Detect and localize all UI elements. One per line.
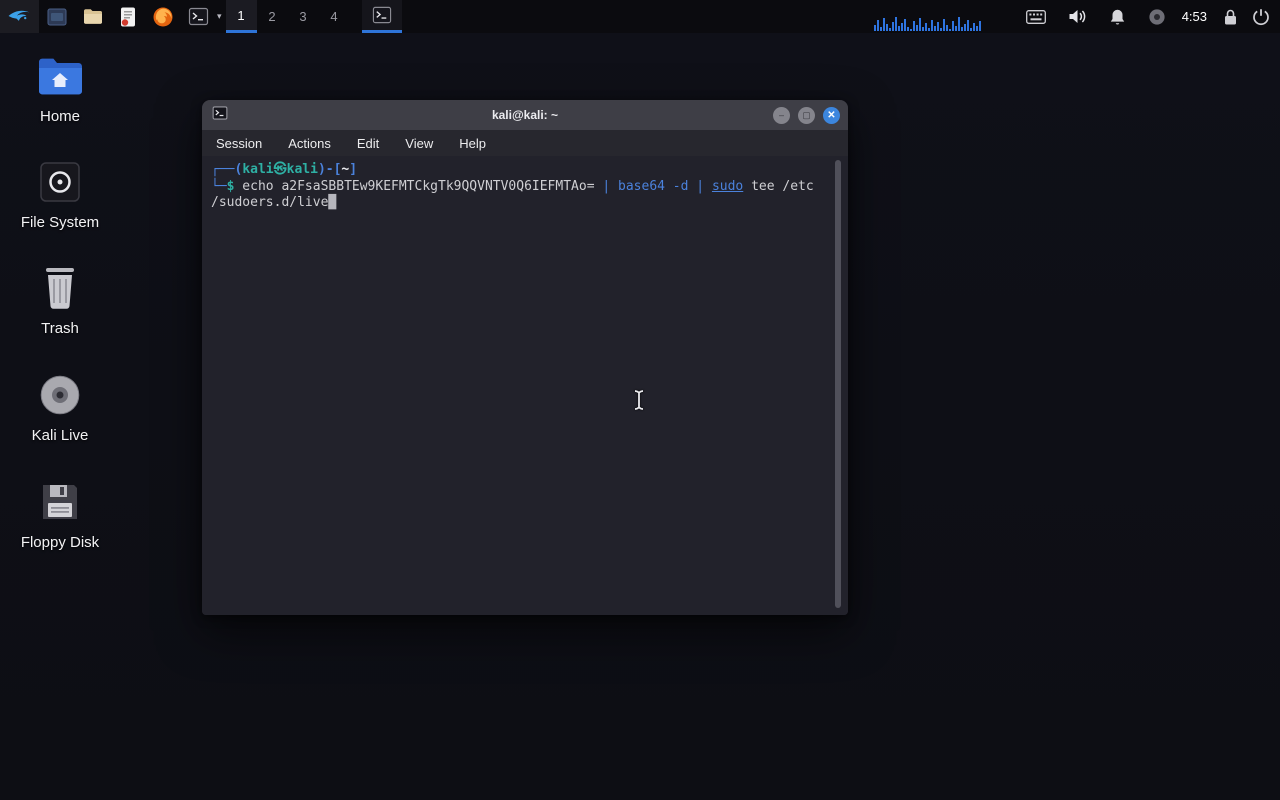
launcher-text-editor[interactable] bbox=[111, 0, 145, 33]
terminal-line: └─$ echo a2FsaSBBTEw9KEFMTCkgTk9QQVNTV0Q… bbox=[211, 179, 839, 196]
terminal-icon bbox=[188, 6, 209, 27]
menu-session[interactable]: Session bbox=[216, 136, 262, 151]
terminal-window: kali@kali: ~ – ▢ ✕ Session Actions Edit … bbox=[202, 100, 848, 615]
workspace-2-label: 2 bbox=[268, 9, 275, 24]
lock-icon bbox=[1223, 8, 1238, 26]
menu-help[interactable]: Help bbox=[459, 136, 486, 151]
workspace-button-1[interactable]: 1 bbox=[226, 0, 257, 33]
floppy-disk-icon bbox=[36, 478, 84, 526]
volume-button[interactable] bbox=[1061, 0, 1094, 33]
desktop-icon-label: Home bbox=[40, 108, 80, 125]
terminal-window-icon bbox=[372, 5, 392, 25]
desktop-icon-kali-live[interactable]: Kali Live bbox=[8, 371, 112, 444]
window-controls: – ▢ ✕ bbox=[773, 107, 840, 124]
desktop-icon-floppy-disk[interactable]: Floppy Disk bbox=[8, 478, 112, 551]
top-panel: ▾ 1 2 3 4 bbox=[0, 0, 1280, 33]
kali-logo-icon bbox=[7, 4, 32, 29]
launcher-file-manager[interactable] bbox=[39, 0, 75, 33]
keyboard-indicator-button[interactable] bbox=[1019, 0, 1053, 33]
text-editor-icon bbox=[118, 6, 138, 28]
desktop-icon-label: Floppy Disk bbox=[21, 534, 99, 551]
workspace-button-2[interactable]: 2 bbox=[257, 0, 288, 33]
keyboard-icon bbox=[1026, 10, 1046, 24]
menu-actions[interactable]: Actions bbox=[288, 136, 331, 151]
desktop-icon-trash[interactable]: Trash bbox=[8, 264, 112, 337]
terminal-dropdown-chevron[interactable]: ▾ bbox=[216, 0, 226, 33]
home-folder-icon bbox=[36, 52, 84, 100]
menu-edit[interactable]: Edit bbox=[357, 136, 379, 151]
terminal-line: ┌──(kali㉿kali)-[~] bbox=[211, 162, 839, 179]
taskbar-terminal-window-button[interactable] bbox=[362, 0, 402, 33]
desktop-icon-file-system[interactable]: File System bbox=[8, 158, 112, 231]
terminal-line: /sudoers.d/live█ bbox=[211, 195, 839, 212]
bell-icon bbox=[1109, 8, 1126, 26]
desktop: ▾ 1 2 3 4 bbox=[0, 0, 1280, 800]
desktop-icon-label: File System bbox=[21, 214, 99, 231]
clock-label: 4:53 bbox=[1182, 9, 1207, 24]
maximize-button[interactable]: ▢ bbox=[798, 107, 815, 124]
firefox-icon bbox=[152, 6, 174, 28]
trash-icon bbox=[36, 264, 84, 312]
status-circle-button[interactable] bbox=[1141, 0, 1173, 33]
terminal-scrollbar[interactable] bbox=[835, 160, 841, 608]
workspace-4-label: 4 bbox=[330, 9, 337, 24]
activity-graph[interactable] bbox=[870, 0, 985, 33]
notifications-button[interactable] bbox=[1102, 0, 1133, 33]
workspace-3-label: 3 bbox=[299, 9, 306, 24]
launcher-files[interactable] bbox=[75, 0, 111, 33]
power-icon bbox=[1252, 8, 1270, 26]
workspace-button-4[interactable]: 4 bbox=[319, 0, 350, 33]
panel-left-group: ▾ 1 2 3 4 bbox=[0, 0, 402, 33]
workspace-button-3[interactable]: 3 bbox=[288, 0, 319, 33]
menu-view[interactable]: View bbox=[405, 136, 433, 151]
minimize-button[interactable]: – bbox=[773, 107, 790, 124]
terminal-menubar: Session Actions Edit View Help bbox=[202, 130, 848, 156]
mouse-cursor-ibeam bbox=[632, 389, 646, 416]
lock-screen-button[interactable] bbox=[1216, 0, 1245, 33]
workspace-1-label: 1 bbox=[237, 8, 244, 23]
clock[interactable]: 4:53 bbox=[1173, 0, 1216, 33]
terminal-output[interactable]: ┌──(kali㉿kali)-[~]└─$ echo a2FsaSBBTEw9K… bbox=[202, 156, 848, 615]
close-button[interactable]: ✕ bbox=[823, 107, 840, 124]
panel-right-group: 4:53 bbox=[870, 0, 1280, 33]
window-title: kali@kali: ~ bbox=[202, 108, 848, 122]
launcher-firefox[interactable] bbox=[145, 0, 181, 33]
terminal-titlebar[interactable]: kali@kali: ~ – ▢ ✕ bbox=[202, 100, 848, 130]
cdrom-disc-icon bbox=[36, 371, 84, 419]
logout-button[interactable] bbox=[1245, 0, 1280, 33]
desktop-icon-home[interactable]: Home bbox=[8, 52, 112, 125]
folder-icon bbox=[82, 6, 104, 28]
launcher-terminal[interactable] bbox=[181, 0, 216, 33]
desktop-icon-label: Trash bbox=[41, 320, 79, 337]
file-system-drive-icon bbox=[36, 158, 84, 206]
file-manager-icon bbox=[46, 6, 68, 28]
status-circle-icon bbox=[1148, 8, 1166, 26]
desktop-icon-label: Kali Live bbox=[32, 427, 89, 444]
kali-applications-menu-button[interactable] bbox=[0, 0, 39, 33]
volume-icon bbox=[1068, 8, 1087, 25]
